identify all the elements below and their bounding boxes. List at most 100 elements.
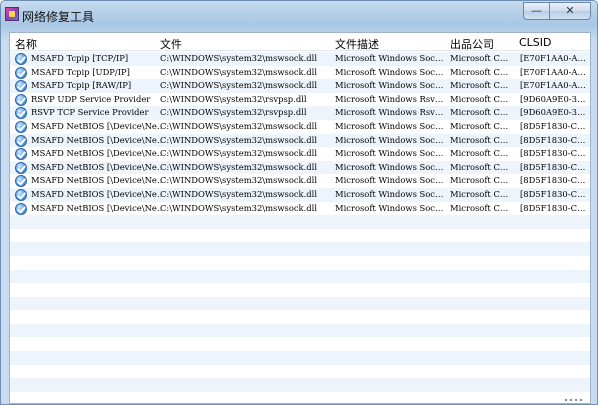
check-shield-icon: [15, 202, 27, 215]
cell-file: C:\WINDOWS\system32\mswsock.dll: [160, 53, 318, 63]
list-view[interactable]: 名称 文件 文件描述 出品公司 CLSID MSAFD Tcpip [TCP/I…: [9, 32, 591, 404]
cell-file: C:\WINDOWS\system32\mswsock.dll: [160, 188, 318, 199]
table-row[interactable]: MSAFD Tcpip [TCP/IP] C:\WINDOWS\system32\…: [10, 52, 590, 66]
list-header: 名称 文件 文件描述 出品公司 CLSID: [10, 33, 590, 52]
cell-name: MSAFD NetBIOS [\Device\Ne…: [31, 120, 161, 131]
cell-company: Microsoft C…: [450, 161, 509, 172]
empty-row: [10, 228, 590, 243]
empty-row: [10, 269, 590, 284]
cell-file: C:\WINDOWS\system32\mswsock.dll: [160, 148, 318, 159]
window-title: 网络修复工具: [22, 10, 95, 24]
cell-company: Microsoft C…: [450, 53, 509, 63]
cell-file: C:\WINDOWS\system32\mswsock.dll: [160, 202, 318, 213]
check-shield-icon: [15, 80, 27, 93]
cell-name: MSAFD Tcpip [TCP/IP]: [31, 53, 129, 63]
cell-description: Microsoft Windows Soc…: [335, 148, 444, 159]
empty-row: [10, 283, 590, 297]
empty-row: [10, 337, 590, 352]
check-shield-icon: [15, 134, 27, 147]
caption-buttons: — ✕: [523, 2, 591, 20]
check-shield-icon: [15, 188, 27, 201]
cell-clsid: [9D60A9E0-3…: [520, 107, 586, 118]
cell-description: Microsoft Windows Soc…: [335, 161, 444, 172]
empty-row: [10, 296, 590, 311]
cell-company: Microsoft C…: [450, 107, 509, 118]
table-row[interactable]: MSAFD Tcpip [UDP/IP] C:\WINDOWS\system32\…: [10, 65, 590, 80]
column-header-description[interactable]: 文件描述: [335, 36, 379, 52]
cell-name: MSAFD NetBIOS [\Device\Ne…: [31, 188, 161, 199]
table-row[interactable]: MSAFD NetBIOS [\Device\Ne… C:\WINDOWS\sys…: [10, 174, 590, 188]
empty-row: [10, 242, 590, 256]
column-header-name[interactable]: 名称: [15, 36, 37, 52]
empty-row: [10, 323, 590, 338]
cell-description: Microsoft Windows Rsv…: [335, 107, 444, 118]
check-shield-icon: [15, 120, 27, 133]
empty-row: [10, 364, 590, 379]
cell-clsid: [8D5F1830-C…: [520, 188, 586, 199]
close-button[interactable]: ✕: [549, 2, 591, 20]
minimize-button[interactable]: —: [523, 2, 549, 20]
cell-company: Microsoft C…: [450, 202, 509, 213]
cell-description: Microsoft Windows Soc…: [335, 80, 444, 91]
cell-description: Microsoft Windows Soc…: [335, 188, 444, 199]
check-shield-icon: [15, 53, 27, 65]
empty-row: [10, 351, 590, 365]
cell-company: Microsoft C…: [450, 134, 509, 145]
cell-file: C:\WINDOWS\system32\rsvpsp.dll: [160, 107, 307, 118]
cell-description: Microsoft Windows Soc…: [335, 202, 444, 213]
table-row[interactable]: MSAFD NetBIOS [\Device\Ne… C:\WINDOWS\sys…: [10, 133, 590, 148]
table-row[interactable]: MSAFD NetBIOS [\Device\Ne… C:\WINDOWS\sys…: [10, 201, 590, 216]
table-row[interactable]: MSAFD NetBIOS [\Device\Ne… C:\WINDOWS\sys…: [10, 147, 590, 161]
cell-name: RSVP UDP Service Provider: [31, 93, 151, 104]
cell-file: C:\WINDOWS\system32\mswsock.dll: [160, 80, 318, 91]
cell-clsid: [8D5F1830-C…: [520, 161, 586, 172]
empty-row: [10, 255, 590, 270]
title-bar[interactable]: 网络修复工具 — ✕: [1, 1, 597, 29]
cell-company: Microsoft C…: [450, 66, 509, 77]
table-row[interactable]: MSAFD NetBIOS [\Device\Ne… C:\WINDOWS\sys…: [10, 119, 590, 134]
cell-file: C:\WINDOWS\system32\mswsock.dll: [160, 175, 318, 186]
check-shield-icon: [15, 93, 27, 106]
cell-name: MSAFD Tcpip [RAW/IP]: [31, 80, 132, 91]
cell-clsid: [8D5F1830-C…: [520, 202, 586, 213]
cell-company: Microsoft C…: [450, 93, 509, 104]
table-row[interactable]: RSVP TCP Service Provider C:\WINDOWS\syst…: [10, 106, 590, 120]
cell-company: Microsoft C…: [450, 188, 509, 199]
empty-row: [10, 215, 590, 229]
empty-row: [10, 378, 590, 392]
cell-clsid: [8D5F1830-C…: [520, 148, 586, 159]
cell-name: MSAFD NetBIOS [\Device\Ne…: [31, 175, 161, 186]
app-window: 网络修复工具 — ✕ 名称 文件 文件描述 出品公司 CLSID MSAFD T…: [0, 0, 598, 405]
check-shield-icon: [15, 161, 27, 174]
table-row[interactable]: RSVP UDP Service Provider C:\WINDOWS\syst…: [10, 92, 590, 107]
cell-clsid: [9D60A9E0-3…: [520, 93, 586, 104]
cell-name: MSAFD NetBIOS [\Device\Ne…: [31, 161, 161, 172]
cell-company: Microsoft C…: [450, 120, 509, 131]
cell-name: MSAFD NetBIOS [\Device\Ne…: [31, 202, 161, 213]
column-header-company[interactable]: 出品公司: [450, 36, 494, 52]
column-header-file[interactable]: 文件: [160, 36, 182, 52]
cell-name: MSAFD Tcpip [UDP/IP]: [31, 66, 130, 77]
cell-company: Microsoft C…: [450, 80, 509, 91]
cell-file: C:\WINDOWS\system32\mswsock.dll: [160, 66, 318, 77]
cell-description: Microsoft Windows Rsv…: [335, 93, 444, 104]
check-shield-icon: [15, 66, 27, 79]
check-shield-icon: [15, 175, 27, 188]
table-row[interactable]: MSAFD NetBIOS [\Device\Ne… C:\WINDOWS\sys…: [10, 187, 590, 202]
cell-clsid: [E70F1AA0-A…: [520, 53, 586, 63]
empty-row: [10, 310, 590, 324]
check-shield-icon: [15, 107, 27, 120]
check-shield-icon: [15, 148, 27, 161]
app-icon: [5, 7, 19, 21]
cell-description: Microsoft Windows Soc…: [335, 120, 444, 131]
empty-row: [10, 391, 590, 403]
cell-clsid: [8D5F1830-C…: [520, 175, 586, 186]
cell-description: Microsoft Windows Soc…: [335, 66, 444, 77]
column-header-clsid[interactable]: CLSID: [519, 36, 552, 49]
table-row[interactable]: MSAFD Tcpip [RAW/IP] C:\WINDOWS\system32\…: [10, 79, 590, 93]
cell-name: MSAFD NetBIOS [\Device\Ne…: [31, 134, 161, 145]
cell-description: Microsoft Windows Soc…: [335, 134, 444, 145]
cell-file: C:\WINDOWS\system32\rsvpsp.dll: [160, 93, 307, 104]
resize-grip[interactable]: [542, 399, 582, 402]
table-row[interactable]: MSAFD NetBIOS [\Device\Ne… C:\WINDOWS\sys…: [10, 160, 590, 175]
